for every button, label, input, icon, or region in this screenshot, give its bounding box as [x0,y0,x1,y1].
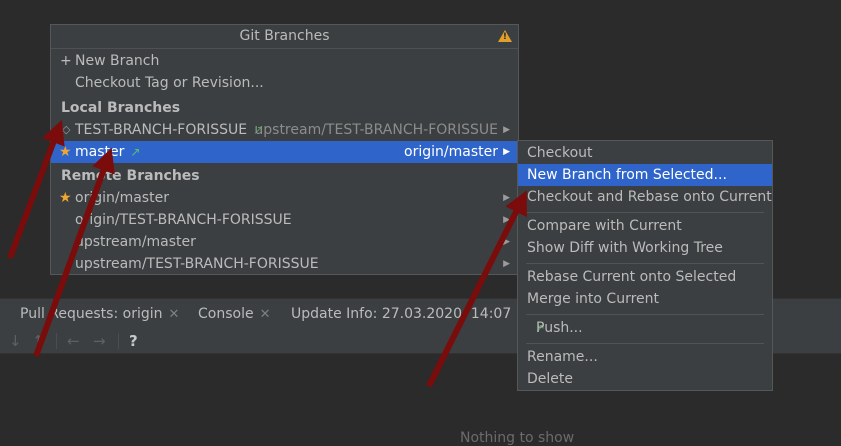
close-icon[interactable]: ✕ [169,307,180,322]
local-branches-header: Local Branches [61,100,181,116]
menu-separator [526,314,764,315]
tab-pull-requests[interactable]: Pull Requests: origin ✕ [20,299,179,329]
branch-name: master ↗ [75,144,141,160]
outgoing-arrow-icon: ↗ [130,145,141,159]
menu-item-merge-into-current[interactable]: Merge into Current [518,288,772,310]
menu-separator [526,263,764,264]
arrow-down-icon[interactable]: ↓ [9,329,22,353]
branch-name: origin/master [75,190,169,206]
empty-state-text: Nothing to show [460,430,575,446]
remote-branch-row[interactable]: upstream/TEST-BRANCH-FORISSUE ▶ [51,253,518,275]
tab-update-info[interactable]: Update Info: 27.03.2020, 14:07✕ [291,299,528,329]
action-label: Checkout Tag or Revision... [75,75,264,91]
toolbar-separator [118,333,119,349]
popup-title: Git Branches [239,28,330,44]
star-icon: ★ [59,144,72,160]
branch-context-menu: Checkout New Branch from Selected... Che… [517,140,773,391]
arrow-up-icon[interactable]: ↑ [32,329,45,353]
tracking-branch: upstream/TEST-BRANCH-FORISSUE [254,122,498,138]
warning-icon-mark: ! [502,32,507,42]
submenu-arrow-icon: ▶ [503,125,510,135]
toolbar-separator [56,333,57,349]
menu-item-delete[interactable]: Delete [518,368,772,390]
branch-row-test-branch[interactable]: ◇ TEST-BRANCH-FORISSUE ↗ upstream/TEST-BR… [51,119,518,141]
submenu-arrow-icon: ▶ [503,237,510,247]
remote-branches-header: Remote Branches [61,168,200,184]
menu-separator [526,343,764,344]
new-branch-action[interactable]: + New Branch [51,50,518,72]
menu-item-show-diff[interactable]: Show Diff with Working Tree [518,237,772,259]
menu-item-new-branch-from-selected[interactable]: New Branch from Selected... [518,164,772,186]
submenu-arrow-icon: ▶ [503,215,510,225]
tracking-branch: origin/master [404,144,498,160]
menu-item-checkout-and-rebase[interactable]: Checkout and Rebase onto Current [518,186,772,208]
branch-name: origin/TEST-BRANCH-FORISSUE [75,212,292,228]
git-branches-popup: Git Branches ! + New Branch Checkout Tag… [50,24,519,275]
remote-branch-row[interactable]: origin/TEST-BRANCH-FORISSUE ▶ [51,209,518,231]
tab-label: Update Info: 27.03.2020, 14:07 [291,306,512,322]
branch-name: TEST-BRANCH-FORISSUE ↗ [75,122,264,138]
menu-item-rebase-current[interactable]: Rebase Current onto Selected [518,266,772,288]
menu-item-push[interactable]: Push... ↗ [518,317,772,339]
arrow-right-icon[interactable]: → [93,329,106,353]
remote-branch-row[interactable]: ★ origin/master ▶ [51,187,518,209]
tab-label: Console [198,306,254,322]
star-icon: ★ [59,190,72,206]
help-button[interactable]: ? [129,329,138,353]
checkout-tag-action[interactable]: Checkout Tag or Revision... [51,72,518,94]
submenu-arrow-icon: ▶ [503,259,510,269]
branch-row-master[interactable]: ★ master ↗ origin/master ▶ [51,141,518,163]
arrow-left-icon[interactable]: ← [67,329,80,353]
menu-item-compare-with-current[interactable]: Compare with Current [518,215,772,237]
diamond-icon: ◇ [62,123,71,136]
branch-name: upstream/master [75,234,196,250]
action-label: New Branch [75,53,160,69]
submenu-arrow-icon: ▶ [503,193,510,203]
plus-icon: + [60,53,72,69]
submenu-arrow-icon: ▶ [503,147,510,157]
tab-label: Pull Requests: origin [20,306,163,322]
remote-branch-row[interactable]: upstream/master ▶ [51,231,518,253]
branch-name: upstream/TEST-BRANCH-FORISSUE [75,256,319,272]
menu-separator [526,212,764,213]
menu-item-rename[interactable]: Rename... [518,346,772,368]
close-icon[interactable]: ✕ [260,307,271,322]
menu-item-checkout[interactable]: Checkout [518,142,772,164]
popup-title-bar: Git Branches ! [51,25,518,49]
tab-console[interactable]: Console ✕ [198,299,270,329]
